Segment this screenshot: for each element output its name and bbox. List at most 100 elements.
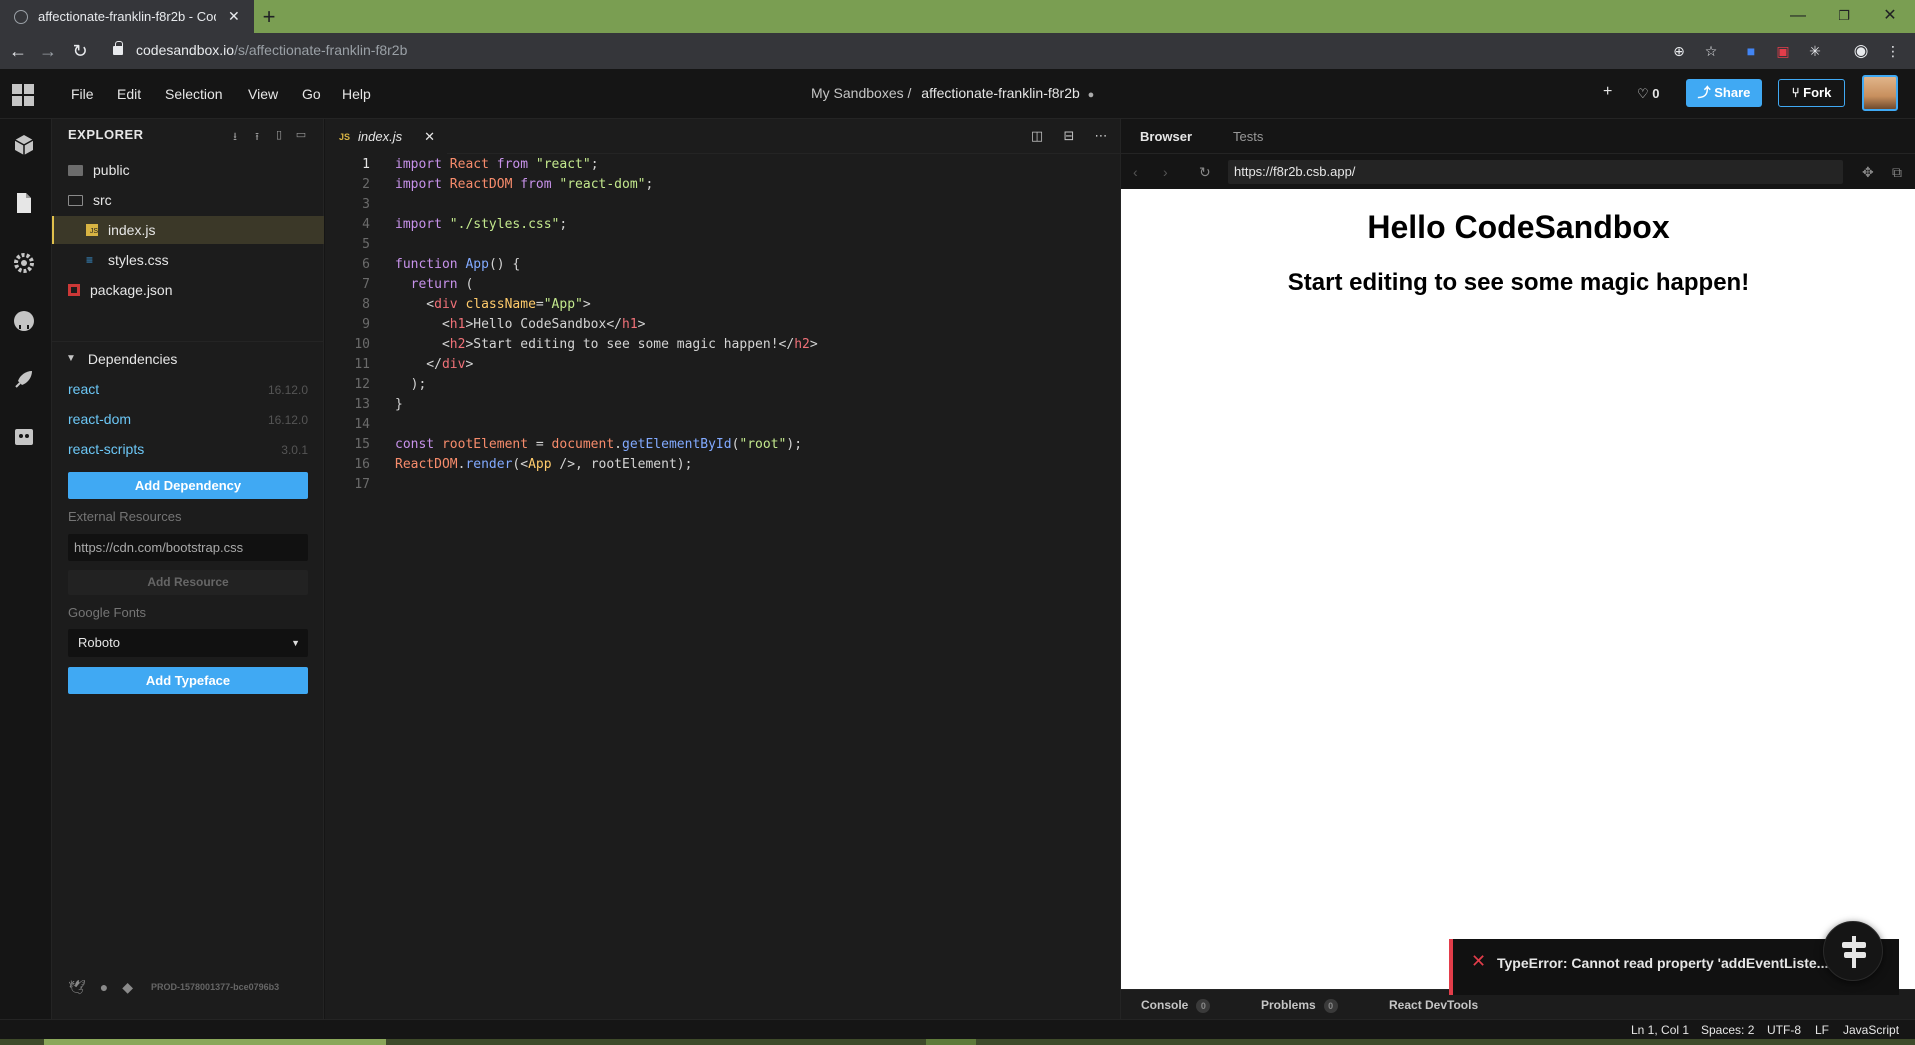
external-resource-input[interactable]: https://cdn.com/bootstrap.css <box>68 534 308 561</box>
new-file-icon[interactable]: ▯ <box>272 128 286 142</box>
sandbox-info-icon[interactable] <box>12 133 36 157</box>
javascript-file-icon: JS <box>86 224 98 236</box>
new-tab-button[interactable]: + <box>255 4 283 30</box>
twitter-icon[interactable]: 🕊 <box>68 979 86 996</box>
tab-console[interactable]: Console 0 <box>1141 998 1211 1013</box>
add-dependency-button[interactable]: Add Dependency <box>68 472 308 499</box>
menu-selection[interactable]: Selection <box>165 86 223 102</box>
javascript-file-icon: JS <box>339 131 351 142</box>
error-close-icon[interactable]: ✕ <box>1471 951 1486 972</box>
preview-subheading: Start editing to see some magic happen! <box>1287 269 1750 296</box>
extension-icon[interactable]: ■ <box>1742 42 1760 60</box>
menu-file[interactable]: File <box>71 86 94 102</box>
more-actions-icon[interactable]: ⋯ <box>1093 129 1109 143</box>
github-icon[interactable]: ● <box>100 979 108 995</box>
pdf-extension-icon[interactable]: ▣ <box>1774 42 1792 60</box>
scrollbar-thumb[interactable] <box>926 1039 976 1045</box>
sandbox-name[interactable]: affectionate-franklin-f8r2b <box>921 85 1080 101</box>
close-tab-icon[interactable]: ✕ <box>228 8 240 25</box>
reload-icon[interactable]: ↻ <box>68 40 92 62</box>
deploy-rocket-icon[interactable] <box>12 367 36 391</box>
like-button[interactable]: ♡ 0 <box>1637 86 1660 102</box>
share-button[interactable]: ⤴ Share <box>1686 79 1762 107</box>
tree-item-src[interactable]: src <box>52 186 324 214</box>
language-mode[interactable]: JavaScript <box>1843 1023 1899 1037</box>
preview-url-input[interactable]: https://f8r2b.csb.app/ <box>1228 160 1843 184</box>
count-badge: 0 <box>1323 999 1338 1013</box>
tab-react-devtools[interactable]: React DevTools <box>1389 998 1478 1012</box>
browser-tab-strip: affectionate-franklin-f8r2b - Cod ✕ + — … <box>0 0 1915 33</box>
avatar[interactable] <box>1862 75 1898 111</box>
fork-button[interactable]: ⑂ Fork <box>1778 79 1845 107</box>
bookmark-star-icon[interactable]: ☆ <box>1702 42 1720 60</box>
menu-go[interactable]: Go <box>302 86 321 102</box>
preview-layout-icon[interactable]: ⊟ <box>1061 129 1077 143</box>
explorer-files-icon[interactable] <box>12 191 36 215</box>
cursor-position[interactable]: Ln 1, Col 1 <box>1631 1023 1689 1037</box>
dependency-name[interactable]: react <box>68 381 99 397</box>
tree-item-styles-css[interactable]: ≡ styles.css <box>52 246 324 274</box>
help-button[interactable] <box>1823 921 1883 981</box>
folder-open-icon <box>68 194 83 206</box>
add-icon[interactable]: + <box>1603 83 1612 101</box>
browser-menu-icon[interactable]: ⋮ <box>1884 42 1902 60</box>
download-icon[interactable]: ⭳ <box>228 128 242 143</box>
split-editor-icon[interactable]: ◫ <box>1029 129 1045 143</box>
tab-browser[interactable]: Browser <box>1140 129 1192 144</box>
new-folder-icon[interactable]: ▭ <box>294 128 308 142</box>
font-select[interactable]: Roboto ▼ <box>68 629 308 657</box>
back-arrow-icon[interactable]: ← <box>6 40 30 62</box>
dependency-row[interactable]: react 16.12.0 <box>68 381 308 403</box>
preview-refresh-icon[interactable]: ↻ <box>1199 164 1211 181</box>
file-encoding[interactable]: UTF-8 <box>1767 1023 1801 1037</box>
forward-arrow-icon[interactable]: → <box>36 40 60 62</box>
open-new-window-icon[interactable]: ⧉ <box>1892 164 1902 181</box>
discord-icon[interactable]: ◆ <box>122 979 133 996</box>
close-window-button[interactable]: ✕ <box>1867 2 1913 30</box>
share-label: Share <box>1714 85 1751 100</box>
tree-item-package-json[interactable]: package.json <box>52 276 324 304</box>
breadcrumb-my-sandboxes[interactable]: My Sandboxes / <box>811 85 911 101</box>
chevron-down-icon: ▼ <box>66 353 76 364</box>
tab-problems[interactable]: Problems 0 <box>1261 998 1338 1013</box>
tree-item-index-js[interactable]: JS index.js <box>52 216 324 244</box>
live-collaboration-icon[interactable] <box>12 425 36 449</box>
indentation[interactable]: Spaces: 2 <box>1701 1023 1754 1037</box>
add-typeface-button[interactable]: Add Typeface <box>68 667 308 694</box>
add-to-home-icon[interactable]: ⊕ <box>1670 42 1688 60</box>
preview-iframe[interactable]: Hello CodeSandbox Start editing to see s… <box>1121 189 1915 989</box>
address-bar-input[interactable]: codesandbox.io/s/affectionate-franklin-f… <box>136 42 407 58</box>
caret-down-icon: ▼ <box>291 638 300 648</box>
profile-icon[interactable]: ◉ <box>1852 42 1870 60</box>
status-bar: Ln 1, Col 1 Spaces: 2 UTF-8 LF JavaScrip… <box>0 1019 1915 1039</box>
tree-item-public[interactable]: public <box>52 156 324 184</box>
dependency-row[interactable]: react-scripts 3.0.1 <box>68 441 308 463</box>
menu-view[interactable]: View <box>248 86 278 102</box>
github-icon[interactable] <box>12 309 36 333</box>
move-preview-icon[interactable]: ✥ <box>1862 164 1874 181</box>
menu-help[interactable]: Help <box>342 86 371 102</box>
dependency-name[interactable]: react-scripts <box>68 441 144 457</box>
code-line: 8 <div className="App"> <box>362 297 591 312</box>
dependency-name[interactable]: react-dom <box>68 411 131 427</box>
react-extension-icon[interactable]: ✳ <box>1806 42 1824 60</box>
code-line: 10 <h2>Start editing to see some magic h… <box>354 337 818 352</box>
browser-tab[interactable]: affectionate-franklin-f8r2b - Cod ✕ <box>0 0 254 33</box>
dependencies-section-header[interactable]: ▼ Dependencies <box>52 341 324 375</box>
editor-tab-index-js[interactable]: JS index.js ✕ <box>325 119 447 154</box>
minimize-window-button[interactable]: — <box>1775 2 1821 30</box>
settings-gear-icon[interactable] <box>12 251 36 275</box>
close-icon[interactable]: ✕ <box>424 129 435 145</box>
upload-icon[interactable]: ⭱ <box>250 128 264 143</box>
code-area[interactable]: 1 import React from "react"; 2 import Reac… <box>325 155 1120 495</box>
codesandbox-logo-icon[interactable] <box>12 84 34 106</box>
tab-tests[interactable]: Tests <box>1233 129 1263 144</box>
dependency-row[interactable]: react-dom 16.12.0 <box>68 411 308 433</box>
end-of-line[interactable]: LF <box>1815 1023 1829 1037</box>
restore-window-button[interactable]: ❐ <box>1821 2 1867 30</box>
add-resource-button[interactable]: Add Resource <box>68 570 308 595</box>
preview-forward-icon[interactable]: › <box>1163 164 1168 180</box>
scrollbar-thumb[interactable] <box>44 1039 386 1045</box>
preview-back-icon[interactable]: ‹ <box>1133 164 1138 180</box>
menu-edit[interactable]: Edit <box>117 86 141 102</box>
